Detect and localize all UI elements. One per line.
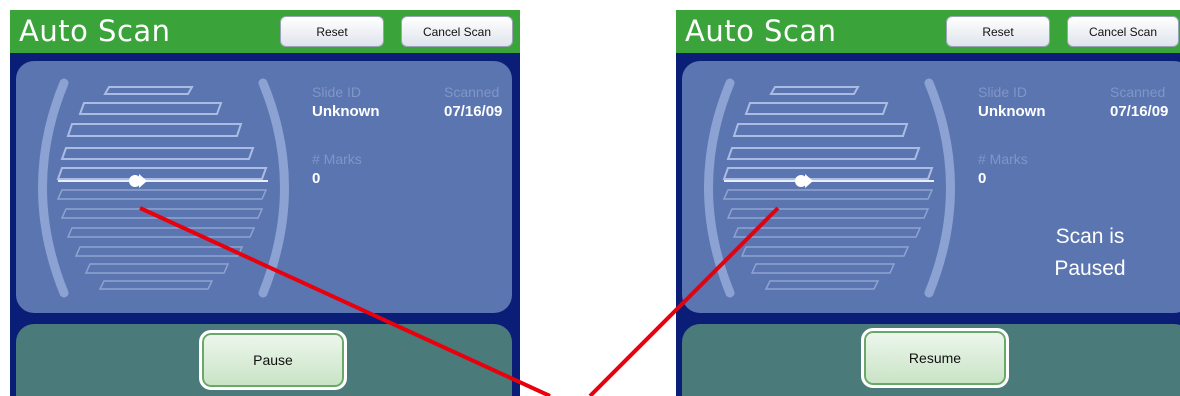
annotation-line-left bbox=[139, 206, 551, 396]
annotation-lines bbox=[139, 206, 780, 396]
annotation-line-right bbox=[588, 206, 780, 396]
